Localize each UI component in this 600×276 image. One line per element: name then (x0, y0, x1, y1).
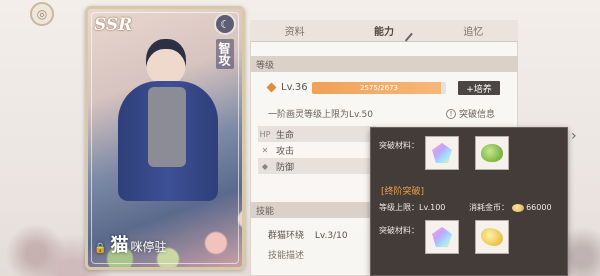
skill-name[interactable]: 群猫环绕 Lv.3/10 (268, 228, 348, 241)
attack-icon: ✕ (261, 145, 269, 155)
level-limit-text: 一阶画灵等级上限为Lv.50 (268, 110, 373, 120)
stat-row-hp: HP 生命 (258, 126, 376, 142)
golden-leaf-icon (481, 228, 503, 246)
info-icon: ! (446, 108, 456, 119)
back-button-icon[interactable]: ◎ (30, 2, 54, 26)
material-leaf-green[interactable] (475, 136, 509, 170)
leaf-icon (481, 144, 503, 162)
type-icon: ☾ (214, 13, 236, 35)
card-name: 🔒 猫 咪停驻 (94, 231, 166, 257)
attribute-label: 智攻 (216, 39, 234, 69)
level-row: Lv.36 (266, 82, 308, 93)
tab-bar: 资料 能力 追忆 (250, 20, 518, 42)
stat-row-attack: ✕ 攻击 (258, 142, 376, 158)
character-card: SSR ☾ 智攻 🔒 猫 咪停驻 (85, 6, 245, 270)
break-info-label: 突破信息 (459, 110, 496, 120)
card-name-big: 猫 (110, 235, 129, 256)
rarity-badge: SSR (94, 15, 133, 35)
break-info-link[interactable]: ! 突破信息 (446, 107, 495, 120)
tab-memory[interactable]: 追忆 (429, 20, 518, 41)
gem-icon (432, 143, 452, 163)
material-leaf-gold[interactable] (475, 220, 509, 254)
breakthrough-popup: 突破材料： [终阶突破] 等级上限：Lv.100 消耗金币： 66000 突破材… (370, 127, 568, 276)
gold-cost: 消耗金币： 66000 (469, 202, 552, 213)
xp-progress-bar: 2575/2673 (312, 82, 446, 94)
material-gem-1[interactable] (425, 136, 459, 170)
train-button[interactable]: +培养 (458, 81, 500, 95)
level-diamond-icon (266, 82, 277, 93)
stat-label: 生命 (276, 130, 295, 141)
skill-level: Lv.3/10 (314, 231, 348, 241)
level-cap-text: 等级上限：Lv.100 (379, 203, 446, 212)
stat-label: 攻击 (276, 146, 295, 157)
chevron-right-icon[interactable]: › (571, 128, 577, 144)
level-value: Lv.36 (281, 82, 308, 93)
gold-label: 消耗金币： (469, 203, 509, 212)
defense-icon: ◆ (261, 161, 269, 171)
tab-profile[interactable]: 资料 (250, 20, 339, 41)
materials-label-1: 突破材料： (379, 141, 419, 150)
card-name-small: 咪停驻 (130, 240, 167, 254)
material-gem-2[interactable] (425, 220, 459, 254)
materials-label-2: 突破材料： (379, 226, 419, 235)
gem-icon (432, 227, 452, 247)
hp-icon: HP (259, 129, 271, 139)
stat-label: 防御 (276, 162, 295, 173)
skill-title: 群猫环绕 (268, 231, 305, 241)
xp-text: 2575/2673 (360, 84, 398, 92)
level-section-header: 等级 (250, 56, 518, 72)
lock-icon[interactable]: 🔒 (94, 243, 106, 254)
skill-description-label: 技能描述 (268, 251, 305, 261)
coin-icon (511, 203, 524, 212)
final-break-title: [终阶突破] (381, 187, 425, 197)
stat-row-defense: ◆ 防御 (258, 158, 376, 174)
gold-value: 66000 (526, 203, 552, 212)
tab-ability[interactable]: 能力 (339, 20, 428, 41)
